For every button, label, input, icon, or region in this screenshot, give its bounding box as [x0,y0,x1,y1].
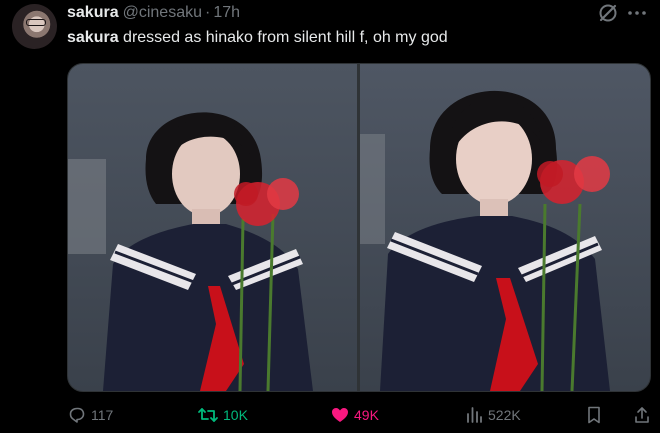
views-icon [464,405,484,425]
like-button[interactable]: 49K [330,403,379,427]
bookmark-icon [585,405,603,425]
handle[interactable]: @cinesaku [123,4,202,21]
tweet-body: dressed as hinako from silent hill f, oh… [123,29,448,46]
avatar[interactable] [12,4,57,49]
avatar-photo [26,19,46,26]
share-button[interactable] [633,403,651,427]
retweet-icon [197,405,219,425]
reply-button[interactable]: 117 [67,403,113,427]
reply-count: 117 [91,407,114,423]
heart-icon [330,405,350,425]
bookmark-button[interactable] [585,403,603,427]
media-grid [67,63,651,392]
more-icon[interactable] [625,2,649,24]
tweet-header: sakura @cinesaku · 17h [67,3,240,23]
separator: · [204,4,211,21]
quoted-name: sakura [67,29,119,46]
media-photo-2[interactable] [360,64,650,391]
like-count: 49K [354,407,379,423]
view-count: 522K [488,407,521,423]
reply-icon [67,405,87,425]
tweet[interactable]: sakura @cinesaku · 17h sakura dressed as hi… [0,0,660,433]
display-name[interactable]: sakura [67,4,119,21]
timestamp[interactable]: 17h [213,4,240,21]
tweet-text: sakura dressed as hinako from silent hil… [67,28,448,48]
media-photo-1[interactable] [68,64,357,391]
action-bar: 117 10K 49K 522K [67,403,657,427]
grok-icon[interactable] [597,2,619,24]
retweet-count: 10K [223,407,248,423]
retweet-button[interactable]: 10K [197,403,248,427]
views-button[interactable]: 522K [464,403,521,427]
share-icon [633,405,651,425]
